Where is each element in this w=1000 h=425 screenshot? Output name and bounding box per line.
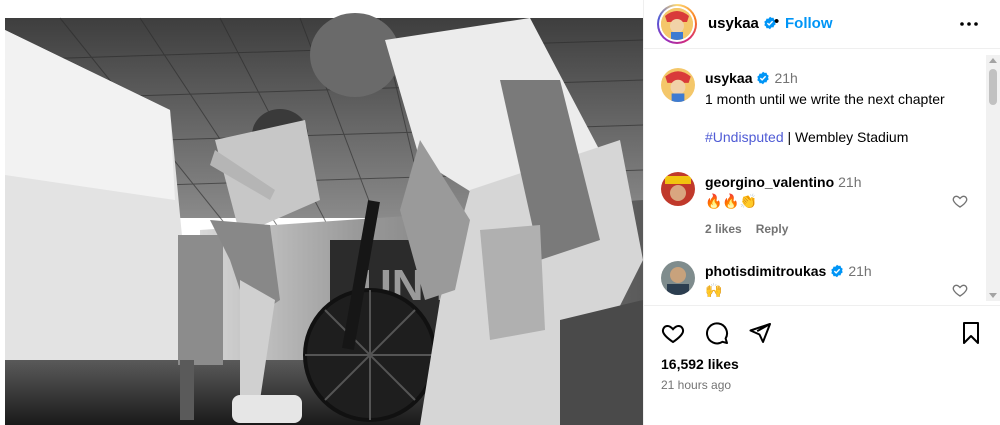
avatar-photo <box>661 261 695 295</box>
comment-username-text[interactable]: photisdimitroukas <box>705 263 826 279</box>
caption-tags: #Undisputed | Wembley Stadium <box>705 129 908 145</box>
avatar-illustration <box>661 68 695 102</box>
comment-username-text[interactable]: georgino_valentino <box>705 174 834 190</box>
scroll-up-arrow-icon[interactable] <box>989 58 997 63</box>
reply-button[interactable]: Reply <box>756 222 789 236</box>
more-options-icon[interactable] <box>959 14 979 34</box>
comment-text: 🙌 <box>705 282 723 298</box>
comment-time: 21h <box>848 263 872 279</box>
caption-location: | Wembley Stadium <box>783 129 909 145</box>
post-photo: UN PE <box>0 0 643 425</box>
author-avatar[interactable] <box>657 4 697 44</box>
avatar-illustration <box>661 8 693 40</box>
avatar-photo <box>661 172 695 206</box>
header-separator: • <box>774 13 780 30</box>
comment-username[interactable]: georgino_valentino 21h <box>705 174 861 190</box>
caption-username[interactable]: usykaa 21h <box>705 70 798 86</box>
follow-button[interactable]: Follow <box>785 15 833 32</box>
comment-meta: 2 likes Reply <box>705 222 802 236</box>
verified-badge-icon <box>831 264 844 278</box>
heart-icon[interactable] <box>661 321 685 345</box>
comment-avatar[interactable] <box>661 172 695 206</box>
post-actions: 16,592 likes 21 hours ago <box>644 305 1000 425</box>
post-header: usykaa • Follow <box>644 0 1000 49</box>
comment-time: 21h <box>838 174 862 190</box>
post-image: UN PE <box>0 0 643 425</box>
comment-like-heart-icon[interactable] <box>952 193 968 209</box>
caption-time: 21h <box>774 70 798 86</box>
bookmark-icon[interactable] <box>959 321 983 345</box>
verified-badge-icon <box>757 71 770 85</box>
author-username-text[interactable]: usykaa <box>708 15 759 32</box>
scrollbar-thumb[interactable] <box>989 69 997 105</box>
comment-icon[interactable] <box>705 321 729 345</box>
scroll-down-arrow-icon[interactable] <box>989 293 997 298</box>
comment-text: 🔥🔥👏 <box>705 193 758 209</box>
author-username[interactable]: usykaa <box>708 15 777 32</box>
comment-avatar[interactable] <box>661 261 695 295</box>
caption-username-text[interactable]: usykaa <box>705 70 752 86</box>
comments-scrollbar[interactable] <box>986 55 1000 301</box>
caption-author-avatar[interactable] <box>661 68 695 102</box>
caption-text: 1 month until we write the next chapter <box>705 91 945 107</box>
comment-username[interactable]: photisdimitroukas 21h <box>705 263 872 279</box>
post-side-panel: usykaa • Follow usykaa 21h 1 month until … <box>643 0 1000 425</box>
hashtag-link[interactable]: #Undisputed <box>705 129 784 145</box>
likes-count[interactable]: 16,592 likes <box>661 356 739 372</box>
post-timestamp[interactable]: 21 hours ago <box>661 378 731 392</box>
share-icon[interactable] <box>748 321 772 345</box>
comment-like-heart-icon[interactable] <box>952 282 968 298</box>
comment-likes[interactable]: 2 likes <box>705 222 742 236</box>
comments-section[interactable]: usykaa 21h 1 month until we write the nex… <box>644 50 1000 304</box>
